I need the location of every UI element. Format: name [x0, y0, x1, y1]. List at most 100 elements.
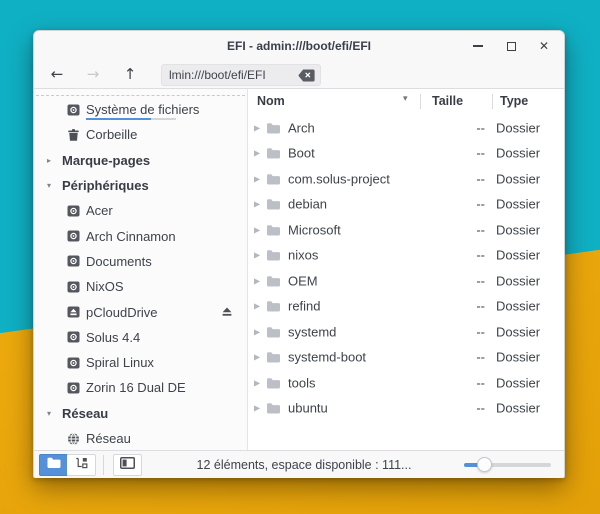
sidebar-section-p-riph-riques[interactable]: ▾Périphériques: [34, 173, 247, 198]
expand-row-icon[interactable]: ▶: [254, 174, 260, 183]
sidebar-item-nixos[interactable]: NixOS: [34, 274, 247, 299]
file-size: --: [432, 273, 485, 288]
expand-row-icon[interactable]: ▶: [254, 276, 260, 285]
expand-row-icon[interactable]: ▶: [254, 251, 260, 260]
file-type: Dossier: [496, 222, 540, 237]
sidebar-section-label: Réseau: [34, 406, 108, 421]
sidebar-item-solus-4-4[interactable]: Solus 4.4: [34, 325, 247, 350]
file-name: OEM: [288, 273, 318, 288]
expand-row-icon[interactable]: ▶: [254, 404, 260, 413]
clear-location-icon[interactable]: [298, 69, 315, 82]
sidebar-item-spiral-linux[interactable]: Spiral Linux: [34, 350, 247, 375]
window-content: Système de fichiersCorbeille▸Marque-page…: [34, 89, 564, 450]
file-type: Dossier: [496, 197, 540, 212]
column-header-taille[interactable]: Taille: [432, 94, 463, 108]
file-row-arch[interactable]: ▶ Arch -- Dossier: [248, 115, 564, 141]
file-size: --: [432, 350, 485, 365]
expand-row-icon[interactable]: ▶: [254, 200, 260, 209]
column-header-nom[interactable]: Nom: [257, 94, 285, 108]
sidebar-item-zorin-16-dual-de[interactable]: Zorin 16 Dual DE: [34, 375, 247, 400]
file-name: Arch: [288, 120, 315, 135]
removable-drive-icon: [67, 306, 80, 319]
up-button[interactable]: ↑: [119, 61, 141, 89]
column-header-type[interactable]: Type: [500, 94, 528, 108]
sidebar-item-arch-cinnamon[interactable]: Arch Cinnamon: [34, 223, 247, 248]
forward-button[interactable]: →: [82, 61, 104, 89]
drive-icon: [67, 356, 80, 369]
back-button[interactable]: ←: [46, 61, 68, 89]
file-row-ubuntu[interactable]: ▶ubuntu--Dossier: [248, 396, 564, 422]
expand-row-icon[interactable]: ▶: [254, 123, 260, 132]
sort-descending-icon[interactable]: ▾: [403, 94, 408, 104]
file-row-tools[interactable]: ▶tools--Dossier: [248, 370, 564, 396]
file-row-oem[interactable]: ▶ OEM -- Dossier: [248, 268, 564, 294]
expand-row-icon[interactable]: ▶: [254, 225, 260, 234]
file-row-nixos[interactable]: ▶nixos--Dossier: [248, 243, 564, 269]
sidebar-section-r-seau[interactable]: ▾Réseau: [34, 401, 247, 426]
network-icon: [67, 432, 80, 445]
drive-icon: [67, 280, 80, 293]
expand-row-icon[interactable]: ▶: [254, 302, 260, 311]
sidebar-item-label: Système de fichiers: [34, 102, 199, 117]
file-size: --: [432, 146, 485, 161]
zoom-slider[interactable]: [464, 451, 559, 479]
location-bar[interactable]: lmin:///boot/efi/EFI: [161, 64, 321, 86]
status-text: 12 éléments, espace disponible : 111...: [154, 451, 454, 479]
sidebar-item-corbeille[interactable]: Corbeille: [34, 122, 247, 147]
expand-row-icon[interactable]: ▶: [254, 327, 260, 336]
expand-row-icon[interactable]: ▶: [254, 378, 260, 387]
folder-icon: [266, 300, 281, 313]
sidebar-item-label: Arch Cinnamon: [34, 229, 176, 244]
drive-icon: [67, 331, 80, 344]
file-size: --: [432, 401, 485, 416]
sidebar-item-label: Réseau: [34, 431, 131, 446]
places-view-button[interactable]: [39, 454, 68, 476]
file-type: Dossier: [496, 248, 540, 263]
file-manager-window: EFI - admin:///boot/efi/EFI ✕ ← → ↑ lmin…: [33, 30, 565, 478]
sidebar-item-r-seau[interactable]: Réseau: [34, 426, 247, 451]
sidebar-section-label: Marque-pages: [34, 153, 150, 168]
file-size: --: [432, 171, 485, 186]
folder-icon: [46, 456, 62, 474]
file-name: ubuntu: [288, 401, 328, 416]
file-row-com-solus-project[interactable]: ▶ com.solus-project -- Dossier: [248, 166, 564, 192]
file-row-systemd[interactable]: ▶systemd--Dossier: [248, 319, 564, 345]
file-type: Dossier: [496, 120, 540, 135]
file-name: com.solus-project: [288, 171, 390, 186]
toggle-sidebar-button[interactable]: [113, 454, 142, 476]
sidebar-scroll-indicator: [36, 95, 245, 96]
file-row-microsoft[interactable]: ▶Microsoft--Dossier: [248, 217, 564, 243]
sidebar-item-syst-me-de-fichiers[interactable]: Système de fichiers: [34, 97, 247, 122]
file-row-refind[interactable]: ▶refind--Dossier: [248, 294, 564, 320]
chevron-expanded-icon[interactable]: ▾: [47, 181, 51, 190]
file-size: --: [432, 120, 485, 135]
file-type: Dossier: [496, 273, 540, 288]
eject-button[interactable]: [221, 307, 233, 318]
file-row-systemd-boot[interactable]: ▶systemd-boot--Dossier: [248, 345, 564, 371]
folder-icon: [266, 198, 281, 211]
tree-view-button[interactable]: [67, 454, 96, 476]
folder-icon: [266, 223, 281, 236]
sidebar-item-pclouddrive[interactable]: pCloudDrive: [34, 299, 247, 324]
titlebar[interactable]: EFI - admin:///boot/efi/EFI ✕: [34, 31, 564, 61]
expand-row-icon[interactable]: ▶: [254, 353, 260, 362]
file-type: Dossier: [496, 350, 540, 365]
folder-icon: [266, 376, 281, 389]
zoom-slider-handle[interactable]: [477, 457, 492, 472]
chevron-collapsed-icon[interactable]: ▸: [47, 156, 51, 165]
file-type: Dossier: [496, 171, 540, 186]
sidebar-section-marque-pages[interactable]: ▸Marque-pages: [34, 148, 247, 173]
file-row-boot[interactable]: ▶Boot--Dossier: [248, 141, 564, 167]
toggle-sidebar-icon: [120, 456, 135, 474]
maximize-button[interactable]: [501, 36, 521, 56]
file-size: --: [432, 324, 485, 339]
expand-row-icon[interactable]: ▶: [254, 149, 260, 158]
tree-view-icon: [74, 456, 89, 475]
drive-icon: [67, 255, 80, 268]
chevron-expanded-icon[interactable]: ▾: [47, 409, 51, 418]
sidebar-item-documents[interactable]: Documents: [34, 249, 247, 274]
close-button[interactable]: ✕: [534, 36, 554, 56]
file-row-debian[interactable]: ▶debian--Dossier: [248, 192, 564, 218]
minimize-button[interactable]: [468, 36, 488, 56]
sidebar-item-acer[interactable]: Acer: [34, 198, 247, 223]
